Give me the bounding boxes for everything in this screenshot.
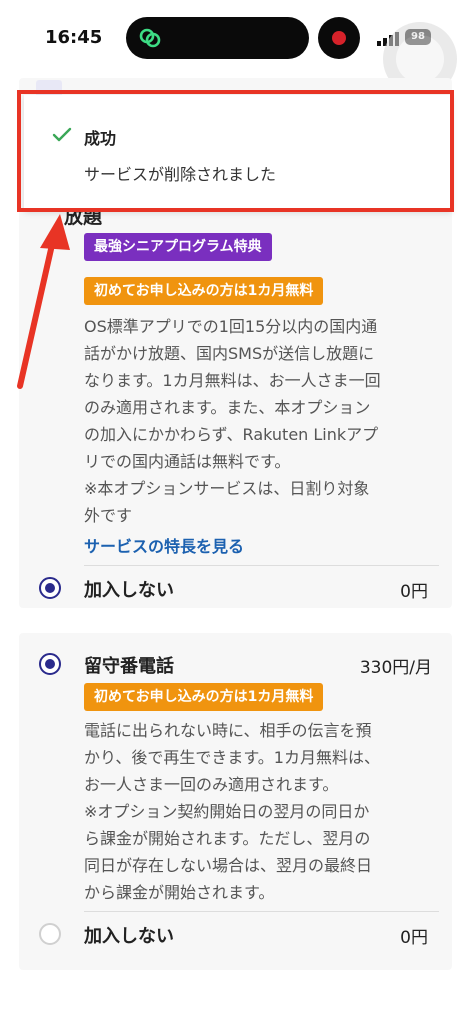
decline-option-label[interactable]: 加入しない <box>84 576 174 602</box>
description-line: なります。1カ月無料は、お一人さま一回 <box>84 371 381 390</box>
voicemail-decline-label[interactable]: 加入しない <box>84 922 174 948</box>
success-toast: 成功 サービスが削除されました <box>24 95 452 211</box>
first-month-free-badge: 初めてお申し込みの方は1カ月無料 <box>84 277 324 305</box>
link-app-icon <box>139 28 161 48</box>
record-dot-icon <box>332 31 346 45</box>
senior-program-badge: 最強シニアプログラム特典 <box>84 233 272 261</box>
voicemail-decline-radio[interactable] <box>39 923 61 945</box>
decline-option-price: 0円 <box>400 582 428 602</box>
description-line: 話がかけ放題、国内SMSが送信し放題に <box>84 344 375 363</box>
first-month-free-badge: 初めてお申し込みの方は1カ月無料 <box>84 683 324 711</box>
divider <box>84 565 439 566</box>
voicemail-decline-price: 0円 <box>400 928 428 948</box>
description-line: お一人さま一回のみ適用されます。 <box>84 775 339 794</box>
check-icon <box>52 127 72 142</box>
status-bar: 16:45 98 <box>0 0 471 96</box>
description-line: のみ適用されます。また、本オプション <box>84 398 371 417</box>
description-line: から課金が開始されます。 <box>84 883 275 902</box>
service-description: OS標準アプリでの1回15分以内の国内通 話がかけ放題、国内SMSが送信し放題に… <box>84 313 439 529</box>
description-line: 電話に出られない時に、相手の伝言を預 <box>84 721 372 740</box>
screen-recording-indicator <box>318 17 360 59</box>
status-time: 16:45 <box>45 27 103 48</box>
decline-radio-selected[interactable] <box>39 577 61 599</box>
toast-message: サービスが削除されました <box>84 165 277 184</box>
assistive-touch-inner <box>396 35 444 83</box>
description-line: かり、後で再生できます。1カ月無料は、 <box>84 748 380 767</box>
description-line: OS標準アプリでの1回15分以内の国内通 <box>84 317 378 336</box>
voicemail-description: 電話に出られない時に、相手の伝言を預 かり、後で再生できます。1カ月無料は、 お… <box>84 717 439 906</box>
voicemail-option-label[interactable]: 留守番電話 <box>84 652 174 678</box>
description-line: ※本オプションサービスは、日割り対象 <box>84 479 370 498</box>
description-line: の加入にかかわらず、Rakuten Linkアプ <box>84 425 379 444</box>
divider <box>84 911 439 912</box>
toast-title: 成功 <box>84 129 117 148</box>
voicemail-radio-selected[interactable] <box>39 653 61 675</box>
description-line: 同日が存在しない場合は、翌月の最終日 <box>84 856 373 875</box>
dynamic-island <box>126 17 309 59</box>
description-line: リでの国内通話は無料です。 <box>84 452 291 471</box>
service-features-link[interactable]: サービスの特長を見る <box>84 533 244 557</box>
description-line: ※オプション契約開始日の翌月の同日か <box>84 802 370 821</box>
voicemail-option-price: 330円/月 <box>359 658 432 678</box>
description-line: 外です <box>84 506 133 525</box>
description-line: ら課金が開始されます。ただし、翌月の <box>84 829 371 848</box>
